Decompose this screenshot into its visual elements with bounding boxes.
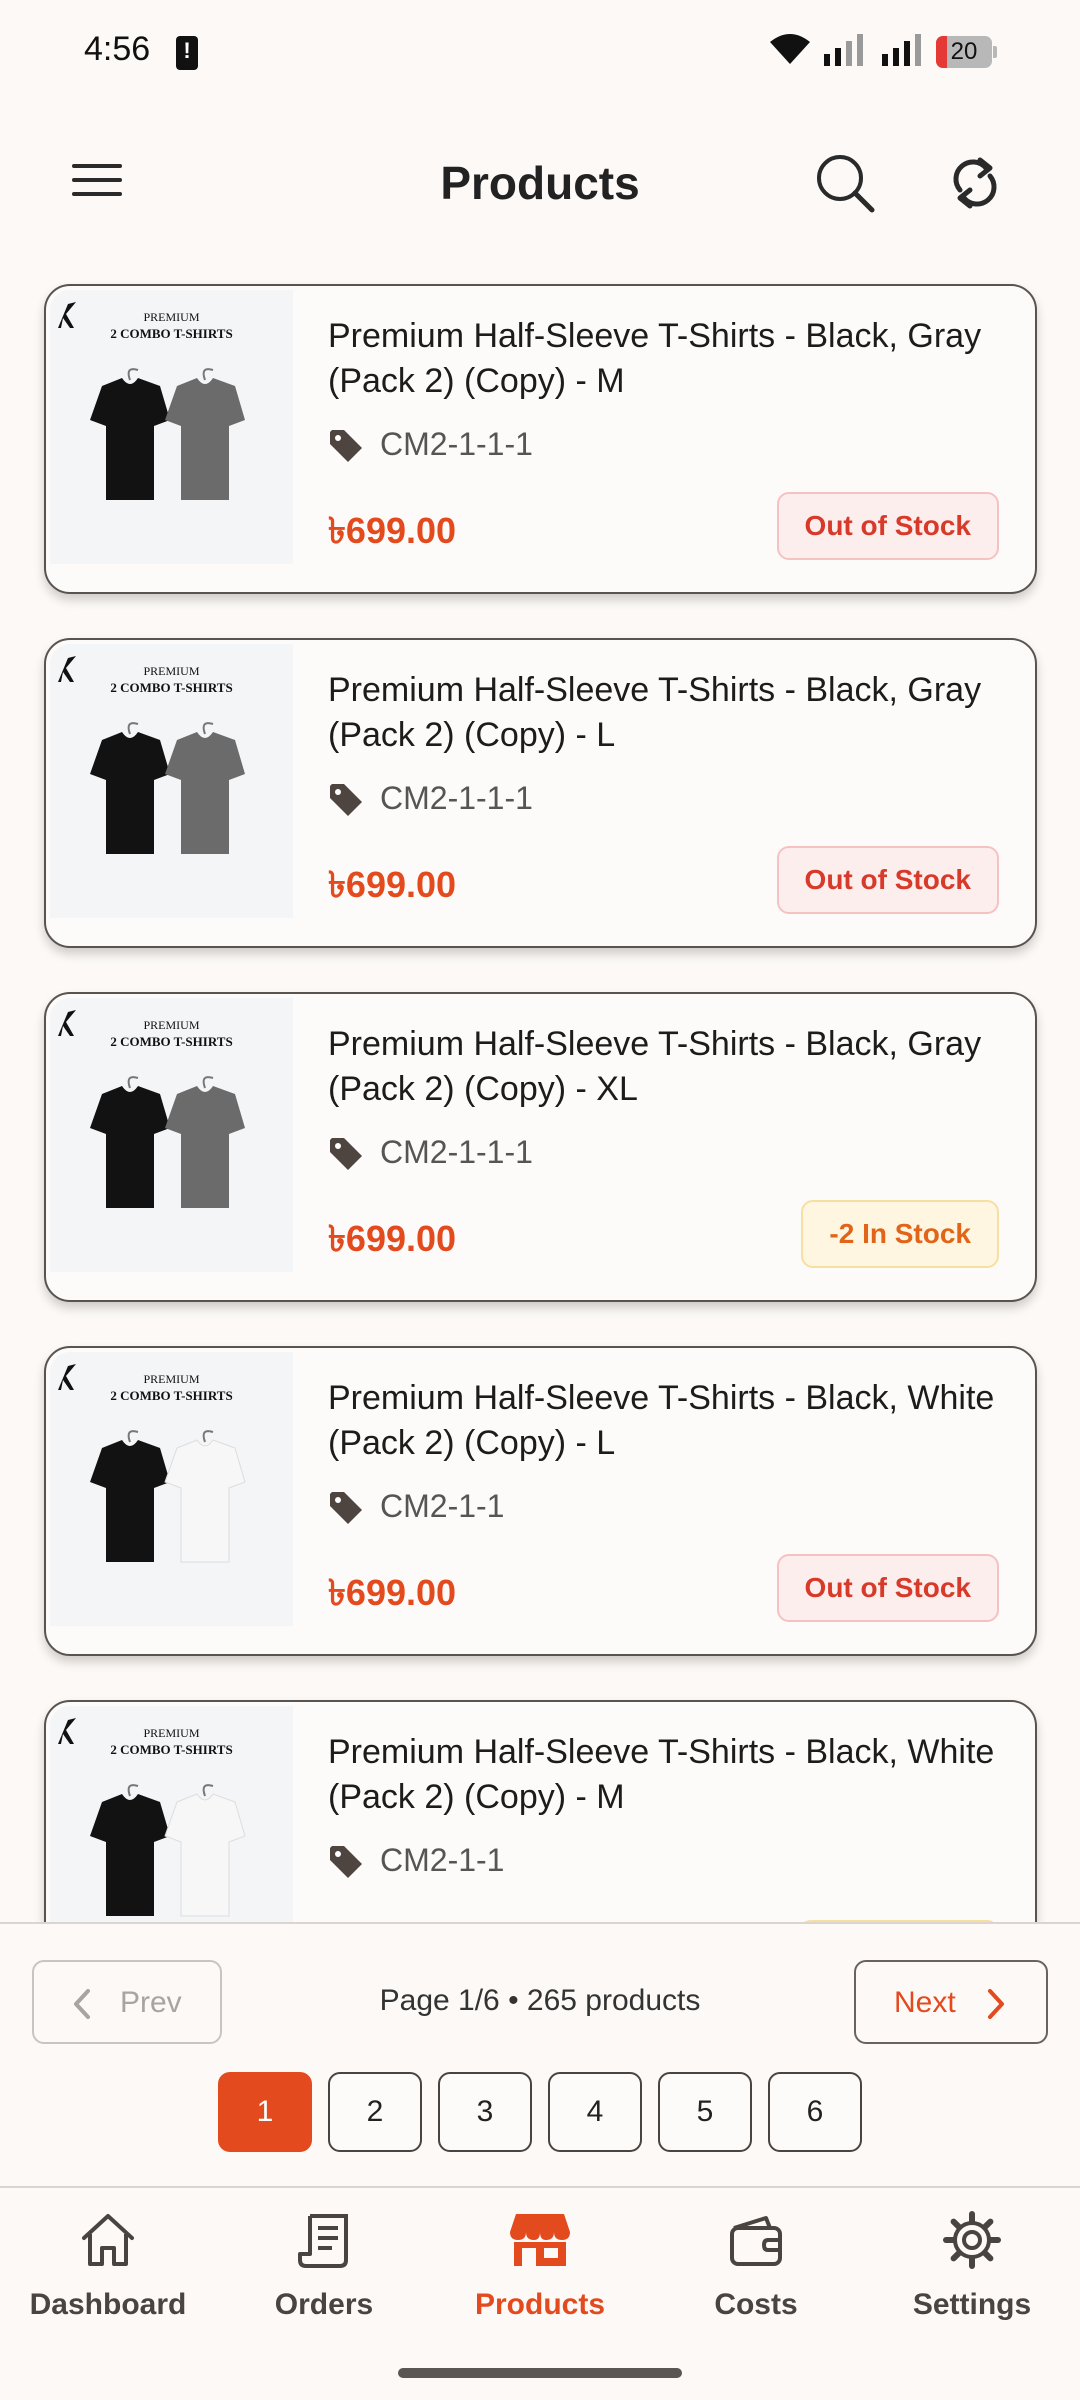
product-image: PREMIUM 2 COMBO T-SHIRTS bbox=[50, 290, 293, 564]
product-card[interactable]: PREMIUM 2 COMBO T-SHIRTS Premium Half-Sl… bbox=[44, 1346, 1037, 1656]
tshirts-image bbox=[90, 1784, 246, 1917]
tag-icon bbox=[330, 1138, 362, 1170]
product-image: PREMIUM 2 COMBO T-SHIRTS bbox=[50, 998, 293, 1272]
refresh-button[interactable] bbox=[940, 148, 1010, 218]
gear-icon bbox=[943, 2211, 1001, 2269]
product-name: Premium Half-Sleeve T-Shirts - Black, Gr… bbox=[328, 317, 982, 400]
page-button-1[interactable]: 1 bbox=[218, 2072, 312, 2152]
signal-icon bbox=[824, 34, 863, 66]
product-name: Premium Half-Sleeve T-Shirts - Black, Gr… bbox=[328, 1025, 982, 1108]
next-label: Next bbox=[894, 1986, 956, 2019]
tshirts-image bbox=[90, 722, 245, 854]
product-image: PREMIUM 2 COMBO T-SHIRTS bbox=[50, 644, 293, 918]
receipt-icon bbox=[298, 2214, 348, 2268]
product-list[interactable]: PREMIUM 2 COMBO T-SHIRTS Premium Half-Sl… bbox=[0, 282, 1080, 1922]
store-icon bbox=[510, 2214, 570, 2266]
page-number-buttons: 1 2 3 4 5 6 bbox=[218, 2072, 868, 2152]
product-image: PREMIUM 2 COMBO T-SHIRTS bbox=[50, 1706, 293, 1922]
tag-icon bbox=[330, 784, 362, 816]
stock-badge: Out of Stock bbox=[776, 1554, 999, 1622]
page-info: Page 1/6 • 265 products bbox=[379, 1984, 701, 2017]
nav-label: Products bbox=[474, 2288, 606, 2321]
product-card[interactable]: PREMIUM 2 COMBO T-SHIRTS Premium Half-Sl… bbox=[44, 1700, 1037, 1922]
page-title: Products bbox=[440, 157, 640, 209]
page-button-4[interactable]: 4 bbox=[548, 2072, 642, 2152]
second-shirt bbox=[165, 1086, 245, 1208]
tag-icon bbox=[330, 1492, 362, 1524]
nav-products[interactable]: Products bbox=[432, 2188, 648, 2328]
product-sku: CM2-1-1-1 bbox=[380, 1134, 533, 1170]
home-icon bbox=[82, 2214, 134, 2266]
tag-icon bbox=[330, 1846, 362, 1878]
product-sku: CM2-1-1-1 bbox=[380, 426, 533, 462]
battery-level: 20 bbox=[950, 38, 978, 65]
product-price: ৳699.00 bbox=[328, 1218, 457, 1259]
search-button[interactable] bbox=[810, 148, 880, 218]
second-shirt bbox=[164, 1793, 246, 1917]
nav-orders[interactable]: Orders bbox=[216, 2188, 432, 2328]
refresh-icon bbox=[953, 157, 997, 209]
second-shirt bbox=[165, 378, 245, 500]
product-sku: CM2-1-1-1 bbox=[380, 780, 533, 816]
nav-costs[interactable]: Costs bbox=[648, 2188, 864, 2328]
second-shirt bbox=[165, 732, 245, 854]
product-sku: CM2-1-1 bbox=[380, 1842, 505, 1878]
product-card[interactable]: PREMIUM 2 COMBO T-SHIRTS Premium Half-Sl… bbox=[44, 284, 1037, 594]
product-name: Premium Half-Sleeve T-Shirts - Black, Wh… bbox=[328, 1733, 995, 1816]
nav-dashboard[interactable]: Dashboard bbox=[0, 2188, 216, 2328]
nav-label: Dashboard bbox=[29, 2288, 187, 2321]
tshirts-image bbox=[90, 1430, 246, 1563]
bottom-nav: Dashboard Orders Products Costs Settings bbox=[0, 2186, 1080, 2400]
page-button-2[interactable]: 2 bbox=[328, 2072, 422, 2152]
app-header: Products bbox=[0, 120, 1080, 246]
nav-settings[interactable]: Settings bbox=[864, 2188, 1080, 2328]
second-shirt bbox=[164, 1439, 246, 1563]
product-sku: CM2-1-1 bbox=[380, 1488, 505, 1524]
battery-icon: 20 bbox=[936, 36, 997, 68]
product-price: ৳699.00 bbox=[328, 510, 457, 551]
product-price: ৳699.00 bbox=[328, 1572, 457, 1613]
product-image: PREMIUM 2 COMBO T-SHIRTS bbox=[50, 1352, 293, 1626]
wifi-icon bbox=[770, 34, 810, 64]
page-button-3[interactable]: 3 bbox=[438, 2072, 532, 2152]
home-indicator[interactable] bbox=[398, 2368, 682, 2378]
wallet-icon bbox=[730, 2216, 782, 2266]
next-page-button[interactable]: Next bbox=[854, 1960, 1048, 2044]
product-name: Premium Half-Sleeve T-Shirts - Black, Wh… bbox=[328, 1379, 995, 1462]
battery-alert-icon bbox=[176, 36, 198, 70]
prev-page-button[interactable]: Prev bbox=[32, 1960, 222, 2044]
chevron-right-icon bbox=[988, 1989, 1004, 2019]
pagination: Prev Page 1/6 • 265 products Next 1 2 3 … bbox=[0, 1922, 1080, 2186]
product-price: ৳699.00 bbox=[328, 864, 457, 905]
signal-icon bbox=[882, 34, 921, 66]
status-time: 4:56 bbox=[84, 30, 151, 68]
tag-icon bbox=[330, 430, 362, 462]
chevron-left-icon bbox=[74, 1989, 90, 2019]
page-button-6[interactable]: 6 bbox=[768, 2072, 862, 2152]
tshirts-image bbox=[90, 368, 245, 500]
nav-label: Orders bbox=[274, 2288, 374, 2321]
product-card[interactable]: PREMIUM 2 COMBO T-SHIRTS Premium Half-Sl… bbox=[44, 992, 1037, 1302]
search-icon bbox=[817, 155, 875, 213]
status-bar: 4:56 20 bbox=[0, 0, 1080, 105]
prev-label: Prev bbox=[120, 1986, 182, 2019]
nav-label: Settings bbox=[912, 2288, 1032, 2321]
product-card[interactable]: PREMIUM 2 COMBO T-SHIRTS Premium Half-Sl… bbox=[44, 638, 1037, 948]
page-button-5[interactable]: 5 bbox=[658, 2072, 752, 2152]
stock-badge: -2 In Stock bbox=[801, 1200, 999, 1268]
nav-label: Costs bbox=[714, 2288, 798, 2321]
tshirts-image bbox=[90, 1076, 245, 1208]
product-name: Premium Half-Sleeve T-Shirts - Black, Gr… bbox=[328, 671, 982, 754]
stock-badge: Out of Stock bbox=[776, 492, 999, 560]
stock-badge: Out of Stock bbox=[776, 846, 999, 914]
